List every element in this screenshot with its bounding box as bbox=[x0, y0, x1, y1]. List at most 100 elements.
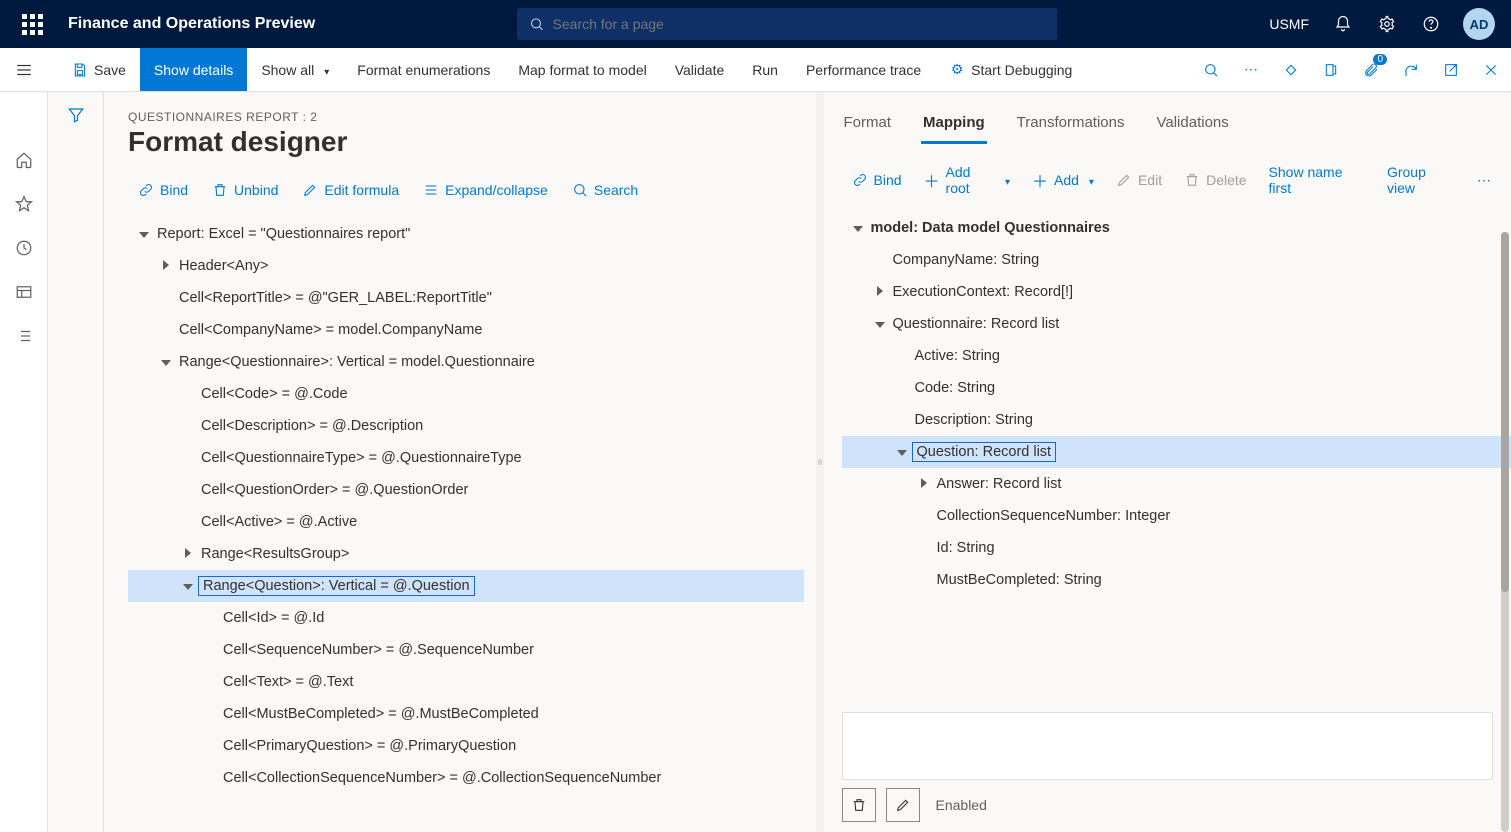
group-view-button[interactable]: Group view bbox=[1377, 158, 1465, 202]
tree-label: CompanyName: String bbox=[890, 250, 1043, 270]
gear-play-icon: ⚙ bbox=[949, 62, 965, 78]
tree-toggle-icon[interactable] bbox=[156, 256, 176, 276]
add-button[interactable]: ＋ Add bbox=[1022, 162, 1104, 198]
r-bind-button[interactable]: Bind bbox=[842, 166, 912, 194]
start-debugging-button[interactable]: ⚙ Start Debugging bbox=[935, 48, 1086, 91]
tree-row[interactable]: Range<ResultsGroup> bbox=[128, 538, 804, 570]
filter-icon[interactable] bbox=[67, 106, 85, 832]
tree-row[interactable]: model: Data model Questionnaires bbox=[842, 212, 1511, 244]
avatar[interactable]: AD bbox=[1463, 8, 1495, 40]
save-button[interactable]: Save bbox=[58, 48, 140, 91]
tree-row[interactable]: Cell<Description> = @.Description bbox=[128, 410, 804, 442]
tab-transformations[interactable]: Transformations bbox=[1015, 110, 1127, 144]
tree-row[interactable]: Cell<CollectionSequenceNumber> = @.Colle… bbox=[128, 762, 804, 794]
show-all-button[interactable]: Show all bbox=[247, 48, 343, 91]
expand-collapse-button[interactable]: Expand/collapse bbox=[413, 176, 558, 204]
tree-row[interactable]: CompanyName: String bbox=[842, 244, 1511, 276]
diamond-icon[interactable] bbox=[1271, 48, 1311, 92]
tree-row[interactable]: Cell<QuestionnaireType> = @.Questionnair… bbox=[128, 442, 804, 474]
close-icon[interactable] bbox=[1471, 48, 1511, 92]
tree-row[interactable]: ExecutionContext: Record[!] bbox=[842, 276, 1511, 308]
tree-row[interactable]: Questionnaire: Record list bbox=[842, 308, 1511, 340]
unbind-button[interactable]: Unbind bbox=[202, 176, 288, 204]
tree-row[interactable]: Header<Any> bbox=[128, 250, 804, 282]
cmd-search-icon[interactable] bbox=[1191, 48, 1231, 92]
tree-toggle-icon[interactable] bbox=[178, 576, 198, 596]
entity-label[interactable]: USMF bbox=[1259, 16, 1319, 32]
tab-mapping[interactable]: Mapping bbox=[921, 110, 987, 144]
tree-toggle-icon[interactable] bbox=[178, 544, 198, 564]
tree-row[interactable]: Code: String bbox=[842, 372, 1511, 404]
add-root-button[interactable]: ＋ Add root bbox=[914, 158, 1020, 202]
rail-recent-icon[interactable] bbox=[0, 226, 48, 270]
tree-row[interactable]: Active: String bbox=[842, 340, 1511, 372]
tree-row[interactable]: Report: Excel = "Questionnaires report" bbox=[128, 218, 804, 250]
tree-row[interactable]: MustBeCompleted: String bbox=[842, 564, 1511, 596]
tree-label: Question: Record list bbox=[912, 442, 1057, 462]
tree-search-button[interactable]: Search bbox=[562, 176, 648, 204]
tree-toggle-icon[interactable] bbox=[914, 474, 934, 494]
search-input[interactable] bbox=[553, 16, 1046, 32]
tree-row[interactable]: Cell<QuestionOrder> = @.QuestionOrder bbox=[128, 474, 804, 506]
edit-formula-button[interactable]: Edit formula bbox=[292, 176, 409, 204]
tree-toggle-icon[interactable] bbox=[892, 442, 912, 462]
pane-splitter[interactable] bbox=[816, 92, 824, 832]
bot-edit-button[interactable] bbox=[886, 788, 920, 822]
tree-row[interactable]: Description: String bbox=[842, 404, 1511, 436]
right-toolbar: Bind ＋ Add root ＋ Add Edit bbox=[824, 144, 1511, 208]
show-name-first-button[interactable]: Show name first bbox=[1259, 158, 1375, 202]
tree-toggle-icon[interactable] bbox=[134, 224, 154, 244]
global-search[interactable] bbox=[517, 8, 1057, 40]
tab-format[interactable]: Format bbox=[842, 110, 894, 144]
left-toolbar: Bind Unbind Edit formula Expand/collapse… bbox=[128, 176, 816, 212]
r-more-icon[interactable]: ⋯ bbox=[1467, 166, 1501, 195]
page-title: Format designer bbox=[128, 126, 816, 158]
show-details-button[interactable]: Show details bbox=[140, 48, 247, 91]
mapping-tree[interactable]: model: Data model Questionnaires CompanyN… bbox=[824, 212, 1511, 744]
tree-spacer bbox=[892, 410, 912, 430]
format-tree[interactable]: Report: Excel = "Questionnaires report"H… bbox=[128, 218, 816, 800]
rail-workspace-icon[interactable] bbox=[0, 270, 48, 314]
tree-row[interactable]: Cell<SequenceNumber> = @.SequenceNumber bbox=[128, 634, 804, 666]
help-icon[interactable] bbox=[1411, 0, 1451, 48]
tree-row[interactable]: Range<Question>: Vertical = @.Question bbox=[128, 570, 804, 602]
map-format-button[interactable]: Map format to model bbox=[504, 48, 660, 91]
tree-row[interactable]: Cell<Text> = @.Text bbox=[128, 666, 804, 698]
tree-row[interactable]: Id: String bbox=[842, 532, 1511, 564]
attachments-icon[interactable]: 0 bbox=[1351, 48, 1391, 92]
settings-icon[interactable] bbox=[1367, 0, 1407, 48]
bot-delete-button[interactable] bbox=[842, 788, 876, 822]
run-button[interactable]: Run bbox=[738, 48, 792, 91]
tree-row[interactable]: Cell<Id> = @.Id bbox=[128, 602, 804, 634]
bind-button[interactable]: Bind bbox=[128, 176, 198, 204]
tree-row[interactable]: Cell<PrimaryQuestion> = @.PrimaryQuestio… bbox=[128, 730, 804, 762]
app-launcher-icon[interactable] bbox=[8, 0, 56, 48]
tree-row[interactable]: Range<Questionnaire>: Vertical = model.Q… bbox=[128, 346, 804, 378]
tree-row[interactable]: Question: Record list bbox=[842, 436, 1511, 468]
tree-toggle-icon[interactable] bbox=[870, 314, 890, 334]
refresh-icon[interactable] bbox=[1391, 48, 1431, 92]
tree-spacer bbox=[178, 384, 198, 404]
office-icon[interactable] bbox=[1311, 48, 1351, 92]
nav-hamburger-icon[interactable] bbox=[8, 54, 40, 86]
tree-row[interactable]: CollectionSequenceNumber: Integer bbox=[842, 500, 1511, 532]
tree-row[interactable]: Answer: Record list bbox=[842, 468, 1511, 500]
tree-toggle-icon[interactable] bbox=[870, 282, 890, 302]
popout-icon[interactable] bbox=[1431, 48, 1471, 92]
more-icon[interactable]: ⋯ bbox=[1231, 48, 1271, 92]
rail-home-icon[interactable] bbox=[0, 138, 48, 182]
format-enumerations-button[interactable]: Format enumerations bbox=[343, 48, 504, 91]
tree-toggle-icon[interactable] bbox=[156, 352, 176, 372]
tree-toggle-icon[interactable] bbox=[848, 218, 868, 238]
tree-row[interactable]: Cell<MustBeCompleted> = @.MustBeComplete… bbox=[128, 698, 804, 730]
tree-row[interactable]: Cell<CompanyName> = model.CompanyName bbox=[128, 314, 804, 346]
rail-star-icon[interactable] bbox=[0, 182, 48, 226]
notifications-icon[interactable] bbox=[1323, 0, 1363, 48]
validate-button[interactable]: Validate bbox=[661, 48, 739, 91]
performance-trace-button[interactable]: Performance trace bbox=[792, 48, 935, 91]
rail-modules-icon[interactable] bbox=[0, 314, 48, 358]
tree-row[interactable]: Cell<Active> = @.Active bbox=[128, 506, 804, 538]
tab-validations[interactable]: Validations bbox=[1154, 110, 1230, 144]
tree-row[interactable]: Cell<ReportTitle> = @"GER_LABEL:ReportTi… bbox=[128, 282, 804, 314]
tree-row[interactable]: Cell<Code> = @.Code bbox=[128, 378, 804, 410]
